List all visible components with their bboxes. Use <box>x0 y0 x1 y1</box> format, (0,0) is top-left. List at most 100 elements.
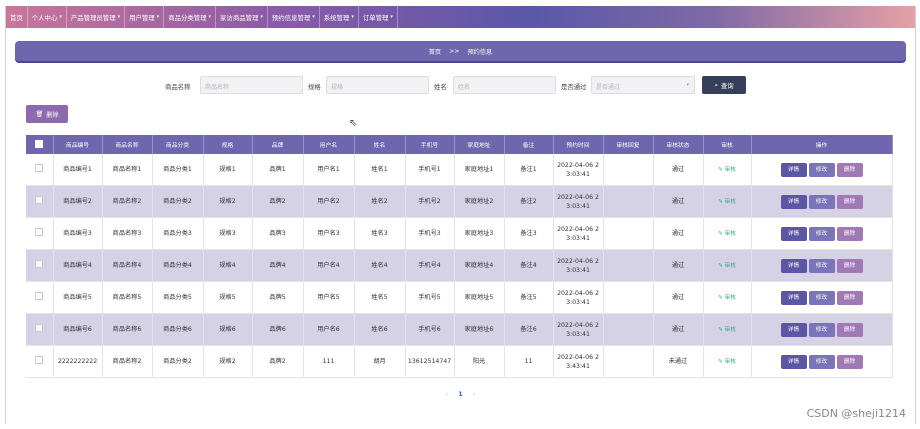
nav-item-3[interactable]: 用户管理 ▾ <box>125 6 165 28</box>
next-page-button[interactable]: › <box>473 390 476 398</box>
cell-audit: ✎ 审核 <box>703 249 752 282</box>
cell-spec: 规格5 <box>203 281 253 314</box>
detail-button[interactable]: 详情 <box>780 194 807 209</box>
nav-item-label: 家访商品管理 <box>220 13 259 22</box>
nav-item-6[interactable]: 预约信息管理 ▾ <box>268 6 320 28</box>
select-all-header[interactable] <box>26 135 54 154</box>
cell-spec: 规格2 <box>203 345 253 378</box>
nav-item-5[interactable]: 家访商品管理 ▾ <box>216 6 268 28</box>
person-name-input[interactable]: 姓名 <box>453 76 556 94</box>
cell-name: 商品名称6 <box>102 313 153 346</box>
pass-select[interactable]: 是否通过 ▾ <box>591 76 695 94</box>
detail-button[interactable]: 详情 <box>780 290 807 305</box>
spec-input[interactable]: 规格 <box>326 76 429 94</box>
cell-phone: 手机号5 <box>405 281 455 314</box>
cell-code: 商品编号3 <box>53 217 103 250</box>
cell-spec: 规格1 <box>203 154 253 186</box>
nav-item-8[interactable]: 订单管理 ▾ <box>359 6 398 28</box>
cell-code: 商品编号5 <box>53 281 103 314</box>
table-row: 商品编号5 商品名称5 商品分类5 规格5 品牌5 用户名5 姓名5 手机号5 家庭地址5 备注5… <box>26 281 893 314</box>
detail-button[interactable]: 详情 <box>780 354 807 369</box>
delete-button[interactable]: 删除 <box>836 162 863 177</box>
edit-button[interactable]: 修改 <box>808 354 835 369</box>
search-button[interactable]: ⌕ 查询 <box>702 76 746 94</box>
cell-category: 商品分类5 <box>152 281 204 314</box>
delete-button[interactable]: 删除 <box>836 194 863 209</box>
cell-reply <box>603 154 654 186</box>
row-select-cell <box>26 185 54 218</box>
nav-item-0[interactable]: 首页 <box>6 6 28 28</box>
audit-label: 审核 <box>724 198 736 205</box>
row-checkbox[interactable] <box>35 196 44 204</box>
audit-link[interactable]: ✎ 审核 <box>718 359 736 365</box>
cell-category: 商品分类2 <box>152 345 204 378</box>
audit-link[interactable]: ✎ 审核 <box>718 263 736 269</box>
cell-status: 通过 <box>653 217 704 250</box>
audit-link[interactable]: ✎ 审核 <box>718 231 736 237</box>
delete-button[interactable]: 删除 <box>836 322 863 337</box>
column-header: 品牌 <box>252 135 304 154</box>
detail-button[interactable]: 详情 <box>780 162 807 177</box>
row-select-cell <box>26 249 54 282</box>
column-header: 审核回复 <box>603 135 654 154</box>
audit-label: 审核 <box>724 230 736 237</box>
audit-link[interactable]: ✎ 审核 <box>718 327 736 333</box>
audit-link[interactable]: ✎ 审核 <box>718 199 736 205</box>
table-row: 商品编号3 商品名称3 商品分类3 规格3 品牌3 用户名3 姓名3 手机号3 家庭地址3 备注3… <box>26 217 893 250</box>
delete-button[interactable]: 删除 <box>836 258 863 273</box>
delete-button[interactable]: 删除 <box>836 290 863 305</box>
top-nav: 首页 个人中心 ▾ 产品管理员管理 ▾ 用户管理 ▾ 商品分类管理 ▾ 家访商品管理 ▾ 预约信息管理… <box>6 6 915 28</box>
cell-name: 商品名称2 <box>102 185 153 218</box>
nav-item-1[interactable]: 个人中心 ▾ <box>28 6 67 28</box>
product-name-input[interactable]: 商品名称 <box>200 76 303 94</box>
select-all-checkbox[interactable] <box>35 139 44 148</box>
cell-time: 2022-04-06 23:03:41 <box>553 281 604 314</box>
cell-phone: 手机号1 <box>405 154 455 186</box>
row-checkbox[interactable] <box>35 292 44 300</box>
edit-button[interactable]: 修改 <box>808 290 835 305</box>
detail-button[interactable]: 详情 <box>780 322 807 337</box>
row-checkbox[interactable] <box>35 228 44 236</box>
cell-audit: ✎ 审核 <box>703 313 752 346</box>
column-header: 预约时间 <box>553 135 604 154</box>
nav-item-4[interactable]: 商品分类管理 ▾ <box>164 6 217 28</box>
prev-page-button[interactable]: ‹ <box>446 390 449 398</box>
spec-placeholder: 规格 <box>331 84 344 91</box>
cell-address: 家庭地址5 <box>454 281 505 314</box>
delete-button[interactable]: 删除 <box>836 226 863 241</box>
row-checkbox[interactable] <box>35 260 44 268</box>
edit-button[interactable]: 修改 <box>808 322 835 337</box>
nav-item-2[interactable]: 产品管理员管理 ▾ <box>67 6 126 28</box>
audit-link[interactable]: ✎ 审核 <box>718 295 736 301</box>
person-name-label: 姓名 <box>434 83 447 91</box>
edit-button[interactable]: 修改 <box>808 258 835 273</box>
edit-button[interactable]: 修改 <box>808 194 835 209</box>
chevron-down-icon: ▾ <box>156 14 160 20</box>
edit-button[interactable]: 修改 <box>808 162 835 177</box>
cell-audit: ✎ 审核 <box>703 185 752 218</box>
cell-reply <box>603 249 654 282</box>
column-header: 备注 <box>504 135 554 154</box>
cell-user: 用户名2 <box>303 185 355 218</box>
nav-item-label: 用户管理 <box>129 13 155 22</box>
page-number-current[interactable]: 1 <box>458 390 462 398</box>
delete-button[interactable]: 删除 <box>836 354 863 369</box>
cell-phone: 手机号2 <box>405 185 455 218</box>
cell-user: 111 <box>303 345 355 378</box>
row-checkbox[interactable] <box>35 324 44 332</box>
batch-delete-button[interactable]: 🗑 删除 <box>26 105 68 123</box>
nav-item-7[interactable]: 系统管理 ▾ <box>320 6 359 28</box>
row-checkbox[interactable] <box>35 164 44 172</box>
row-checkbox[interactable] <box>35 356 44 364</box>
chevron-down-icon: ▾ <box>351 14 354 20</box>
column-header: 审核 <box>703 135 752 154</box>
audit-link[interactable]: ✎ 审核 <box>718 167 736 173</box>
detail-button[interactable]: 详情 <box>780 258 807 273</box>
cell-category: 商品分类1 <box>152 154 204 186</box>
edit-button[interactable]: 修改 <box>808 226 835 241</box>
detail-button[interactable]: 详情 <box>780 226 807 241</box>
cell-spec: 规格6 <box>203 313 253 346</box>
breadcrumb-home[interactable]: 首页 <box>429 47 441 56</box>
cell-person: 胡月 <box>354 345 406 378</box>
column-header: 商品编号 <box>53 135 103 154</box>
